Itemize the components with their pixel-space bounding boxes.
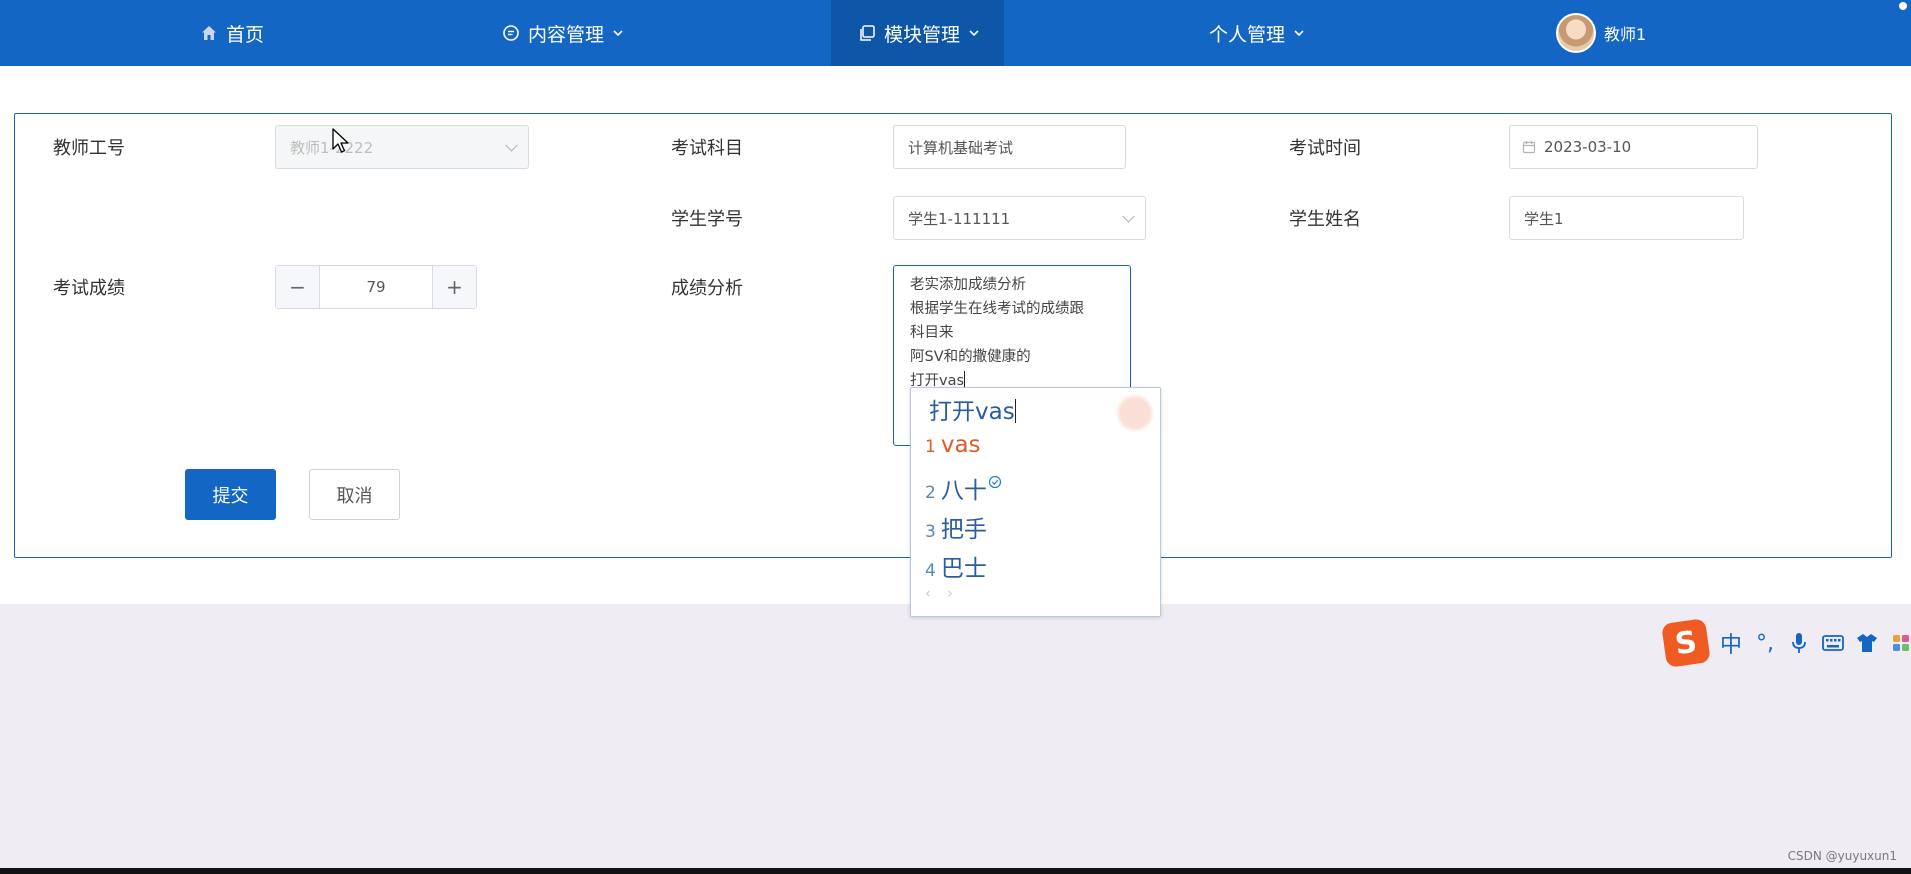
ime-candidate-text: 把手 — [940, 517, 987, 543]
ime-candidate[interactable]: 4 巴士 — [925, 549, 987, 583]
nav-personal-management-label: 个人管理 — [1209, 23, 1286, 46]
increment-button[interactable]: + — [432, 266, 476, 308]
student-id-value: 学生1-111111 — [908, 209, 1011, 228]
ime-composition: 打开vas — [929, 392, 1017, 426]
decrement-button[interactable]: − — [276, 266, 320, 308]
keyboard-icon[interactable] — [1822, 635, 1844, 651]
exam-score-stepper[interactable]: − 79 + — [275, 265, 477, 309]
exam-subject-value: 计算机基础考试 — [908, 138, 1014, 157]
exam-score-value[interactable]: 79 — [320, 266, 432, 308]
nav-user-menu[interactable]: 教师1 — [1556, 0, 1646, 66]
nav-content-management-label: 内容管理 — [528, 23, 605, 46]
chevron-down-icon — [1122, 209, 1135, 223]
skin-shirt-icon[interactable] — [1856, 633, 1878, 653]
chinese-mode-toggle[interactable]: 中 — [1720, 627, 1742, 659]
ime-next-page-button[interactable]: › — [947, 584, 953, 602]
toolbox-grid-icon[interactable] — [1890, 634, 1911, 652]
nav-module-management-label: 模块管理 — [884, 23, 961, 46]
ime-composition-text: 打开vas — [929, 399, 1015, 425]
avatar — [1556, 13, 1596, 53]
status-dot-icon — [1897, 0, 1909, 12]
check-circle-icon — [988, 475, 1001, 489]
student-id-label: 学生学号 — [671, 209, 743, 230]
calendar-icon — [1522, 141, 1536, 154]
ime-candidate-window: 打开vas 1 vas 2 八十 3 把手 4 巴士 ‹ › — [910, 387, 1161, 617]
ime-candidate-number: 2 — [925, 483, 936, 503]
ime-candidate[interactable]: 2 八十 — [925, 471, 1002, 505]
nav-module-management[interactable]: 模块管理 — [831, 0, 1004, 66]
teacher-id-label: 教师工号 — [53, 138, 125, 159]
student-name-input[interactable]: 学生1 — [1509, 196, 1744, 240]
teacher-id-select: 教师1-2222 — [275, 125, 529, 169]
ime-candidate-text: vas — [940, 432, 981, 458]
sogou-logo-icon[interactable]: S — [1661, 618, 1711, 668]
exam-score-label: 考试成绩 — [53, 278, 125, 299]
exam-subject-input[interactable]: 计算机基础考试 — [893, 125, 1126, 169]
nav-content-management[interactable]: 内容管理 — [502, 0, 624, 66]
analysis-label: 成绩分析 — [671, 278, 743, 299]
ime-candidate[interactable]: 3 把手 — [925, 510, 987, 544]
analysis-line: 阿SV和的撒健康的 — [910, 349, 1031, 365]
student-name-label: 学生姓名 — [1289, 209, 1361, 230]
ime-candidate-text: 八十 — [940, 478, 987, 504]
user-name: 教师1 — [1604, 25, 1647, 44]
nav-home[interactable]: 首页 — [200, 0, 264, 66]
ime-candidate-number: 3 — [925, 522, 936, 542]
mouse-cursor-icon — [332, 128, 349, 153]
analysis-line: 科目来 — [910, 325, 954, 341]
sogou-watermark-icon — [1112, 390, 1158, 436]
submit-button[interactable]: 提交 — [185, 469, 276, 520]
ime-candidate-number: 1 — [925, 437, 936, 457]
ime-candidate-text: 巴士 — [940, 556, 987, 582]
text-caret — [964, 371, 966, 387]
ime-caret — [1014, 399, 1017, 423]
top-nav: 首页 内容管理 模块管理 个人管理 教师1 — [0, 0, 1911, 66]
home-icon — [202, 26, 216, 40]
student-id-select[interactable]: 学生1-111111 — [893, 196, 1146, 240]
ime-candidate[interactable]: 1 vas — [925, 432, 981, 458]
exam-time-value: 2023-03-10 — [1544, 138, 1632, 156]
exam-time-label: 考试时间 — [1289, 138, 1361, 159]
chevron-down-icon — [1294, 30, 1304, 37]
punctuation-toggle[interactable]: °, — [1754, 631, 1776, 656]
microphone-icon[interactable] — [1788, 632, 1810, 654]
chat-icon — [503, 25, 519, 41]
exam-time-datepicker[interactable]: 2023-03-10 — [1509, 125, 1758, 169]
bottom-edge — [0, 868, 1911, 874]
ime-prev-page-button[interactable]: ‹ — [925, 584, 931, 602]
ime-toolbar: S 中 °, — [1661, 618, 1911, 668]
analysis-line: 根据学生在线考试的成绩跟 — [910, 301, 1084, 317]
watermark: CSDN @yuyuxun1 — [1787, 849, 1897, 863]
nav-home-label: 首页 — [226, 23, 265, 46]
ime-pager: ‹ › — [925, 584, 953, 602]
exam-subject-label: 考试科目 — [671, 138, 743, 159]
ime-candidate-number: 4 — [925, 561, 936, 581]
chevron-down-icon — [613, 30, 623, 37]
copy-icon — [860, 25, 875, 41]
chevron-down-icon — [969, 30, 979, 37]
chevron-down-icon — [505, 138, 518, 152]
analysis-line: 老实添加成绩分析 — [910, 277, 1026, 293]
student-name-value: 学生1 — [1524, 209, 1564, 228]
nav-personal-management[interactable]: 个人管理 — [1209, 0, 1305, 66]
cancel-button[interactable]: 取消 — [309, 469, 400, 520]
